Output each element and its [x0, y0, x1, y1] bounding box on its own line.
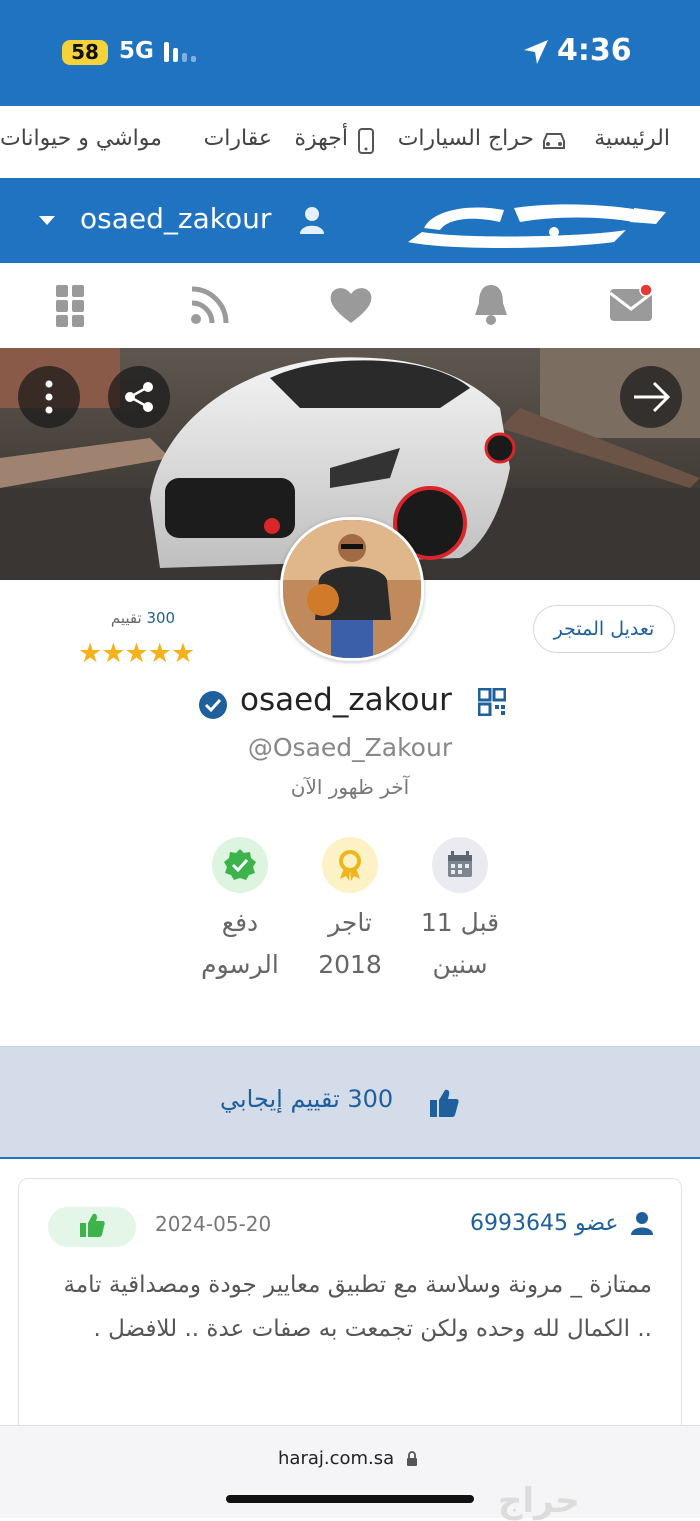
nav-item-home[interactable]: الرئيسية [594, 126, 670, 151]
profile-handle: @Osaed_Zakour [247, 733, 453, 762]
messages-icon[interactable] [608, 283, 656, 323]
rating-stars: ★★★★★ [78, 638, 195, 669]
share-icon [125, 382, 153, 412]
battery-indicator: 58 [62, 40, 108, 65]
arrow-right-icon [634, 381, 671, 413]
rating-count-number: 300 [146, 609, 176, 627]
url-label[interactable]: haraj.com.sa [278, 1448, 394, 1469]
verified-badge-icon [198, 690, 228, 720]
header-username[interactable]: osaed_zakour [80, 202, 271, 235]
review-text: ممتازة _ مرونة وسلاسة مع تطبيق معايير جو… [63, 1272, 652, 1342]
badge-icon [322, 837, 378, 893]
stat-membership-line2: سنين [432, 950, 488, 979]
last-seen: آخر ظهور الآن [290, 775, 410, 799]
category-nav: الرئيسية حراج السيارات أجهزة عقارات مواش… [0, 106, 700, 179]
bell-icon[interactable] [472, 281, 510, 327]
home-indicator[interactable] [226, 1495, 474, 1503]
stat-fees: دفع الرسوم [185, 902, 295, 986]
reviewer-name[interactable]: عضو 6993645 [470, 1211, 619, 1236]
stat-merchant: تاجر 2018 [295, 902, 405, 986]
reviewer-id: 6993645 [470, 1211, 568, 1236]
chevron-down-icon[interactable] [38, 215, 56, 227]
stat-merchant-line1: تاجر [328, 908, 372, 937]
profile-username: osaed_zakour [240, 682, 452, 718]
share-button[interactable] [108, 366, 170, 428]
heart-icon[interactable] [329, 285, 373, 325]
clock: 4:36 [557, 33, 632, 68]
verified-icon [212, 837, 268, 893]
avatar[interactable] [280, 517, 424, 661]
grid-icon[interactable] [56, 285, 86, 327]
stat-membership-line1: قبل 11 [420, 908, 500, 937]
nav-item-devices[interactable]: أجهزة [294, 126, 348, 151]
haraj-logo[interactable] [404, 196, 670, 252]
status-bar: 58 5G 4:36 [0, 0, 700, 106]
car-icon [540, 129, 568, 153]
reviewer-prefix: عضو [574, 1211, 619, 1236]
ratings-summary[interactable]: 300 تقييم إيجابي [0, 1046, 700, 1159]
reviewer-icon [630, 1210, 654, 1236]
signal-icon [163, 40, 199, 64]
more-options-button[interactable] [18, 366, 80, 428]
phone-icon [356, 127, 376, 155]
stat-membership: قبل 11 سنين [405, 902, 515, 986]
rss-icon[interactable] [190, 285, 230, 325]
nav-item-realestate[interactable]: عقارات [204, 126, 272, 151]
nav-item-cars[interactable]: حراج السيارات [398, 126, 534, 151]
edit-store-button[interactable]: تعديل المتجر [533, 605, 675, 653]
review-date: 2024-05-20 [155, 1212, 272, 1236]
user-icon [298, 205, 326, 235]
site-header: osaed_zakour [0, 178, 700, 263]
stat-merchant-line2: 2018 [318, 950, 382, 979]
thumbs-up-icon [428, 1087, 460, 1119]
location-arrow-icon [522, 38, 550, 66]
icon-bar [0, 263, 700, 348]
rating-count-label: تقييم [110, 609, 142, 627]
thumbs-up-green-icon [80, 1213, 105, 1237]
positive-review-badge [48, 1207, 136, 1247]
watermark-logo: حراج [498, 1481, 580, 1521]
positive-ratings-label: 300 تقييم إيجابي [220, 1085, 394, 1113]
nav-item-livestock[interactable]: مواشي و حيوانات [0, 126, 162, 151]
rating-count: 300 تقييم [88, 609, 198, 627]
network-label: 5G [119, 38, 154, 64]
stat-fees-line2: الرسوم [201, 950, 279, 979]
stat-fees-line1: دفع [221, 908, 259, 937]
browser-bar: haraj.com.sa حراج [0, 1425, 700, 1521]
calendar-icon [432, 837, 488, 893]
next-arrow-button[interactable] [620, 366, 682, 428]
lock-icon [406, 1451, 418, 1467]
qr-code-icon[interactable] [478, 688, 506, 716]
